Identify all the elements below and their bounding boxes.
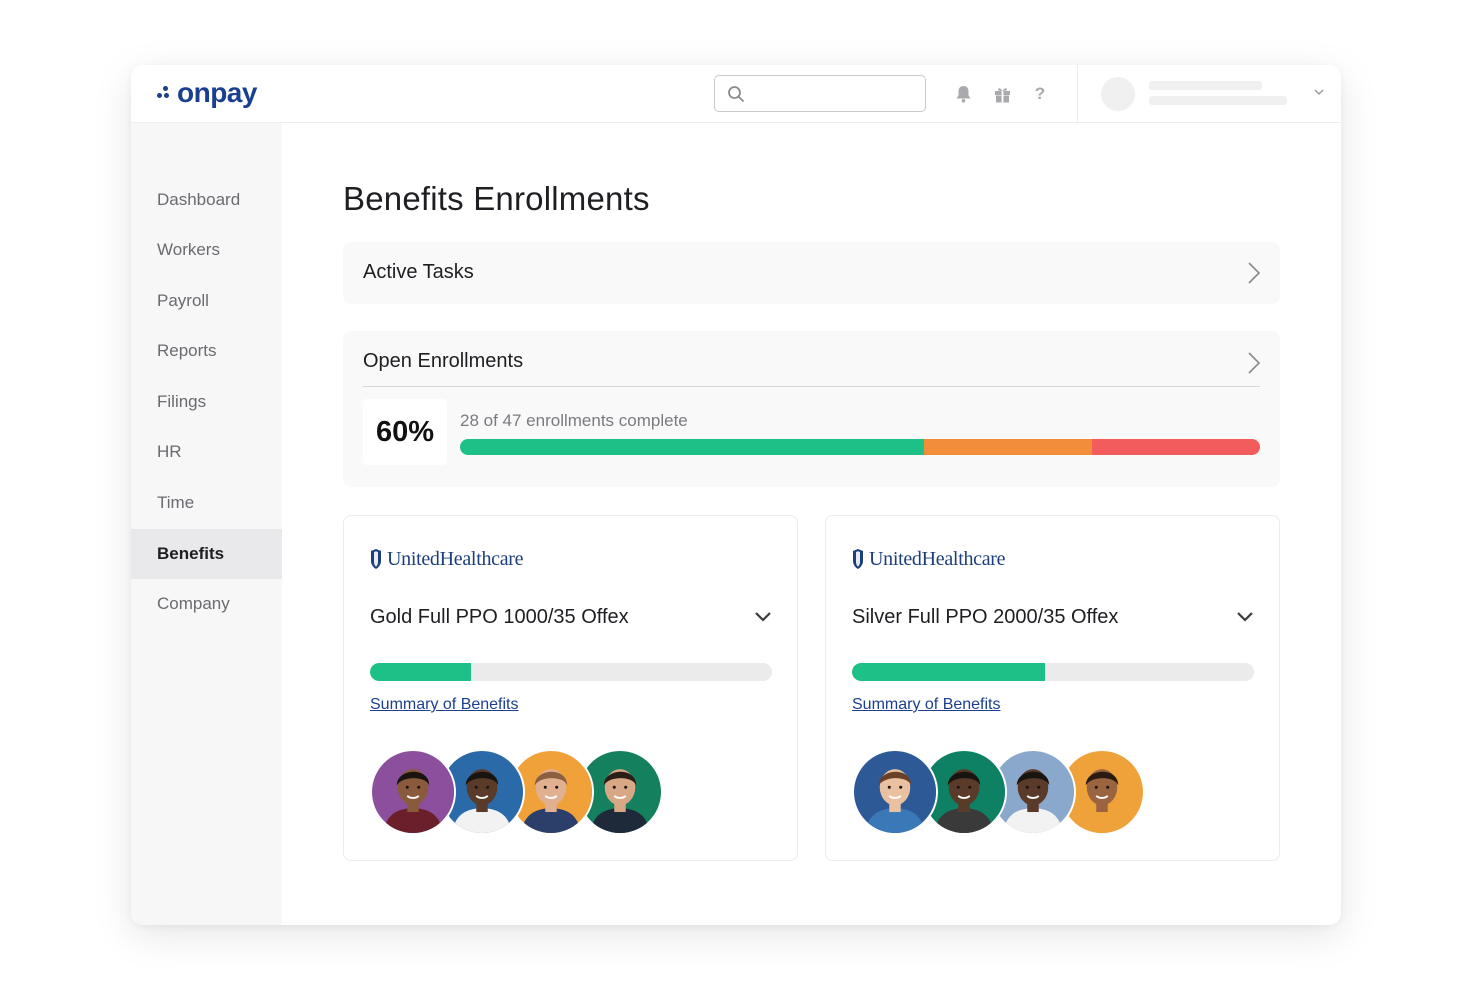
gift-icon[interactable]: [992, 84, 1012, 104]
carrier-name: UnitedHealthcare: [387, 547, 524, 570]
avatar: [370, 749, 456, 835]
search-input[interactable]: [753, 85, 913, 102]
sidebar-item-time[interactable]: Time: [131, 478, 282, 528]
user-name-placeholder: [1149, 81, 1262, 90]
app-window: onpay ? Dashboard Workers Payroll Report…: [131, 65, 1341, 925]
top-bar: onpay ?: [131, 65, 1341, 123]
unitedhealthcare-logo: UnitedHealthcare: [852, 546, 1006, 572]
chevron-down-icon[interactable]: [753, 610, 773, 624]
enrollment-percent: 60%: [363, 399, 447, 465]
active-tasks-panel[interactable]: Active Tasks: [343, 242, 1280, 304]
search-box[interactable]: [714, 75, 926, 112]
carrier-name: UnitedHealthcare: [869, 547, 1006, 570]
progress-segment: [924, 439, 1092, 455]
sidebar-item-reports[interactable]: Reports: [131, 326, 282, 376]
enrollment-progress-bar: [460, 439, 1260, 455]
enrollment-progress-text: 28 of 47 enrollments complete: [460, 411, 688, 430]
logo-dots-icon: [157, 86, 175, 100]
topbar-divider: [1077, 65, 1078, 123]
sidebar-item-workers[interactable]: Workers: [131, 225, 282, 275]
search-icon: [728, 85, 744, 102]
open-enrollments-title[interactable]: Open Enrollments: [363, 350, 523, 373]
chevron-down-icon[interactable]: [1235, 610, 1255, 624]
sidebar-item-benefits[interactable]: Benefits: [131, 529, 282, 579]
user-avatar[interactable]: [1101, 77, 1135, 111]
uhc-shield-icon: [853, 549, 863, 569]
plan-progress-fill: [852, 663, 1045, 681]
summary-of-benefits-link[interactable]: Summary of Benefits: [370, 696, 519, 714]
sidebar-item-payroll[interactable]: Payroll: [131, 276, 282, 326]
plan-progress-fill: [370, 663, 471, 681]
plan-name: Silver Full PPO 2000/35 Offex: [852, 606, 1119, 628]
logo-text: onpay: [177, 77, 257, 108]
plan-name: Gold Full PPO 1000/35 Offex: [370, 606, 629, 628]
avatar: [852, 749, 938, 835]
chevron-right-icon[interactable]: [1247, 261, 1261, 285]
summary-of-benefits-link[interactable]: Summary of Benefits: [852, 696, 1001, 714]
help-icon[interactable]: ?: [1030, 84, 1050, 104]
open-enrollments-panel: Open Enrollments 60% 28 of 47 enrollment…: [343, 331, 1280, 487]
plan-progress-bar: [852, 663, 1254, 681]
chevron-right-icon[interactable]: [1247, 351, 1261, 375]
uhc-shield-icon: [371, 549, 381, 569]
plan-progress-bar: [370, 663, 772, 681]
active-tasks-title: Active Tasks: [363, 261, 474, 283]
divider: [363, 386, 1260, 387]
bell-icon[interactable]: [953, 84, 973, 104]
unitedhealthcare-logo: UnitedHealthcare: [370, 546, 524, 572]
sidebar-item-hr[interactable]: HR: [131, 427, 282, 477]
onpay-logo[interactable]: onpay: [157, 77, 257, 109]
progress-segment: [1092, 439, 1260, 455]
progress-segment: [460, 439, 924, 455]
sidebar-item-company[interactable]: Company: [131, 579, 282, 629]
sidebar-item-dashboard[interactable]: Dashboard: [131, 175, 282, 225]
chevron-down-icon[interactable]: [1312, 85, 1326, 99]
sidebar-item-filings[interactable]: Filings: [131, 377, 282, 427]
sidebar: Dashboard Workers Payroll Reports Filing…: [131, 123, 282, 925]
page-title: Benefits Enrollments: [343, 180, 650, 217]
user-company-placeholder: [1149, 96, 1287, 105]
plan-card: UnitedHealthcare Gold Full PPO 1000/35 O…: [343, 515, 798, 861]
plan-card: UnitedHealthcare Silver Full PPO 2000/35…: [825, 515, 1280, 861]
